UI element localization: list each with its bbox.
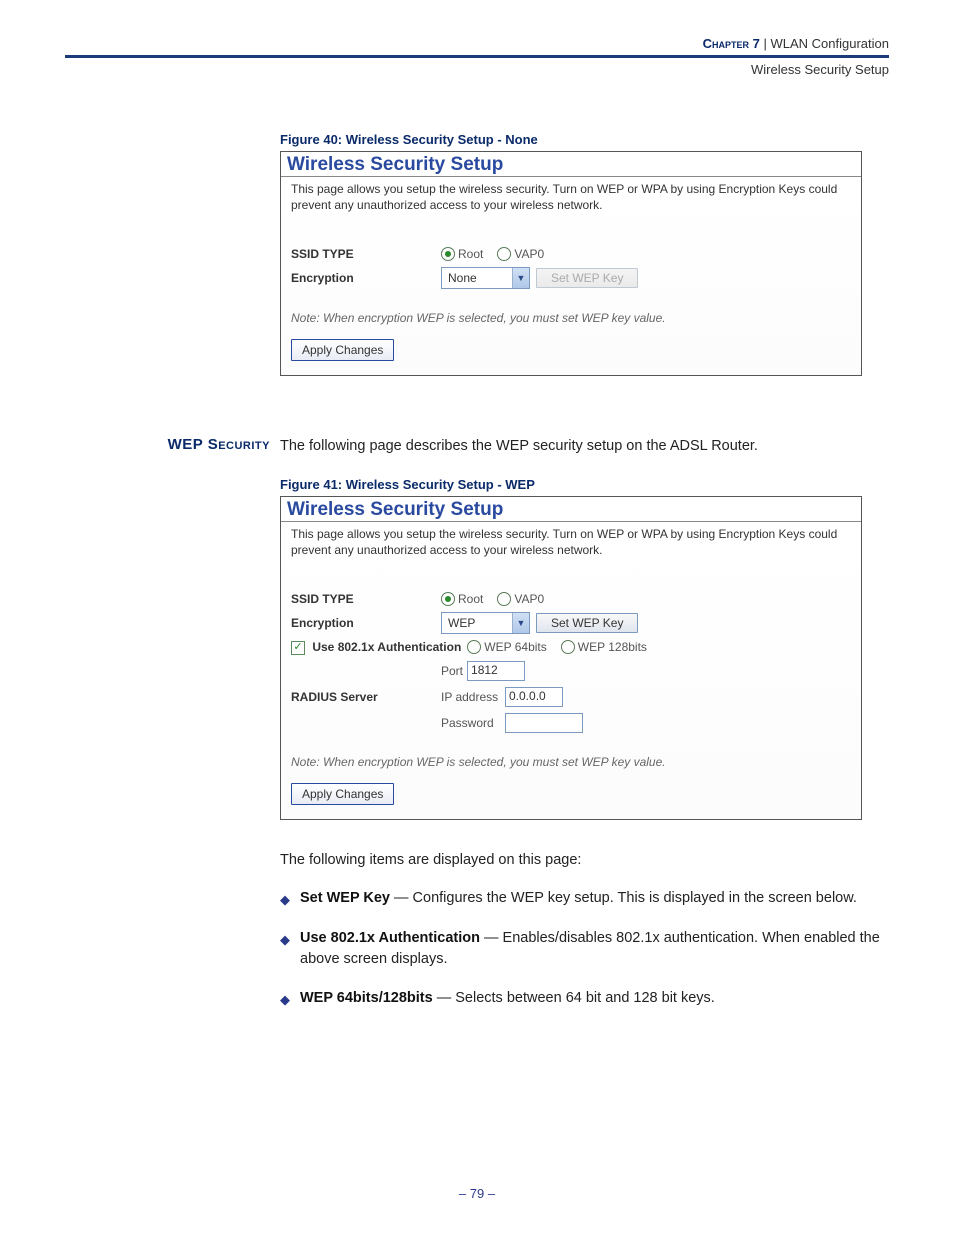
diamond-icon: ◆ xyxy=(280,991,290,1010)
panel-title: Wireless Security Setup xyxy=(281,152,861,177)
encryption-value: None xyxy=(442,271,512,285)
ssid-root-radio[interactable] xyxy=(441,592,455,606)
diamond-icon: ◆ xyxy=(280,891,290,910)
ssid-root-radio[interactable] xyxy=(441,247,455,261)
list-item: ◆ Set WEP Key — Configures the WEP key s… xyxy=(280,888,889,910)
panel-title: Wireless Security Setup xyxy=(281,497,861,522)
chapter-label: Chapter 7 xyxy=(703,36,760,51)
encryption-label: Encryption xyxy=(291,271,441,285)
list-item: ◆ WEP 64bits/128bits — Selects between 6… xyxy=(280,988,889,1010)
wep-note: Note: When encryption WEP is selected, y… xyxy=(291,755,851,769)
ssid-root-label: Root xyxy=(458,592,483,606)
ssid-vap0-label: VAP0 xyxy=(514,592,544,606)
set-wep-key-button[interactable]: Set WEP Key xyxy=(536,268,638,288)
page-header: Chapter 7 | WLAN Configuration xyxy=(65,35,889,58)
panel-description: This page allows you setup the wireless … xyxy=(291,181,851,213)
ssid-type-label: SSID TYPE xyxy=(291,247,441,261)
figure-40-caption: Figure 40: Wireless Security Setup - Non… xyxy=(280,132,889,147)
use-8021x-label: Use 802.1x Authentication xyxy=(312,640,461,654)
ip-address-input[interactable]: 0.0.0.0 xyxy=(505,687,563,707)
ssid-vap0-radio[interactable] xyxy=(497,592,511,606)
encryption-select[interactable]: WEP ▼ xyxy=(441,612,530,634)
radius-server-label: RADIUS Server xyxy=(291,690,441,704)
ssid-type-label: SSID TYPE xyxy=(291,592,441,606)
figure-41-caption: Figure 41: Wireless Security Setup - WEP xyxy=(280,477,889,492)
diamond-icon: ◆ xyxy=(280,931,290,950)
figure-40-panel: Wireless Security Setup This page allows… xyxy=(280,151,862,376)
port-label: Port xyxy=(441,664,463,678)
use-8021x-checkbox[interactable]: ✓ xyxy=(291,641,305,655)
apply-changes-button[interactable]: Apply Changes xyxy=(291,783,394,805)
list-item: ◆ Use 802.1x Authentication — Enables/di… xyxy=(280,928,889,970)
ip-address-label: IP address xyxy=(441,690,501,704)
encryption-value: WEP xyxy=(442,616,512,630)
wep-64bits-radio[interactable] xyxy=(467,640,481,654)
items-intro: The following items are displayed on thi… xyxy=(280,850,889,870)
header-section: WLAN Configuration xyxy=(771,36,890,51)
wep-security-text: The following page describes the WEP sec… xyxy=(280,436,889,456)
wep-64bits-label: WEP 64bits xyxy=(484,640,546,654)
wep-note: Note: When encryption WEP is selected, y… xyxy=(291,311,851,325)
header-subsection: Wireless Security Setup xyxy=(65,62,889,77)
chevron-down-icon: ▼ xyxy=(512,613,529,633)
ssid-vap0-label: VAP0 xyxy=(514,247,544,261)
password-label: Password xyxy=(441,716,501,730)
bullet-list: ◆ Set WEP Key — Configures the WEP key s… xyxy=(280,888,889,1010)
encryption-label: Encryption xyxy=(291,616,441,630)
page-number: – 79 – xyxy=(0,1186,954,1201)
panel-description: This page allows you setup the wireless … xyxy=(291,526,851,558)
apply-changes-button[interactable]: Apply Changes xyxy=(291,339,394,361)
wep-128bits-label: WEP 128bits xyxy=(578,640,647,654)
ssid-root-label: Root xyxy=(458,247,483,261)
header-separator: | xyxy=(760,36,771,51)
figure-41-panel: Wireless Security Setup This page allows… xyxy=(280,496,862,820)
password-input[interactable] xyxy=(505,713,583,733)
port-input[interactable]: 1812 xyxy=(467,661,525,681)
chevron-down-icon: ▼ xyxy=(512,268,529,288)
wep-128bits-radio[interactable] xyxy=(561,640,575,654)
set-wep-key-button[interactable]: Set WEP Key xyxy=(536,613,638,633)
encryption-select[interactable]: None ▼ xyxy=(441,267,530,289)
ssid-vap0-radio[interactable] xyxy=(497,247,511,261)
wep-security-heading: WEP Security xyxy=(65,436,280,456)
